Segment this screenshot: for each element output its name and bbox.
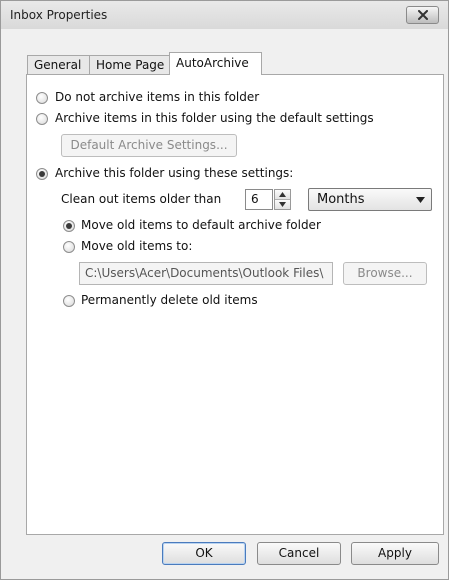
chevron-down-icon [279,202,286,207]
age-unit-value: Months [317,192,365,207]
close-icon [418,10,428,20]
tab-autoarchive-label: AutoArchive [176,56,249,70]
archive-default-label: Archive items in this folder using the d… [55,111,374,125]
permanently-delete-radio[interactable] [63,295,75,307]
chevron-up-icon [279,192,286,197]
dropdown-arrow-icon [416,197,425,203]
age-value-input[interactable]: 6 [245,189,273,210]
archive-custom-radio[interactable] [36,168,48,180]
tab-general-label: General [34,58,82,72]
tab-home-page[interactable]: Home Page [89,55,170,74]
move-to-label: Move old items to: [81,239,193,253]
spin-up-button[interactable] [275,190,290,200]
move-default-radio[interactable] [63,220,75,232]
cancel-button[interactable]: Cancel [257,542,341,565]
properties-dialog: Inbox Properties General Home Page AutoA… [0,0,449,580]
tab-autoarchive[interactable]: AutoArchive [169,52,262,75]
permanently-delete-label: Permanently delete old items [81,293,258,307]
close-button[interactable] [406,6,439,24]
ok-button[interactable]: OK [162,542,246,565]
dialog-title: Inbox Properties [10,8,108,22]
default-archive-settings-button[interactable]: Default Archive Settings... [61,134,237,157]
age-spinner[interactable] [274,189,291,210]
title-bar: Inbox Properties [1,1,448,29]
do-not-archive-radio[interactable] [36,92,48,104]
archive-path-input[interactable]: C:\Users\Acer\Documents\Outlook Files\ [79,262,333,285]
archive-custom-label: Archive this folder using these settings… [55,166,294,180]
spin-down-button[interactable] [275,200,290,209]
apply-button[interactable]: Apply [351,542,439,565]
do-not-archive-label: Do not archive items in this folder [55,90,260,104]
browse-button[interactable]: Browse... [343,262,427,285]
move-to-radio[interactable] [63,241,75,253]
clean-out-label: Clean out items older than [61,192,222,206]
age-unit-select[interactable]: Months [308,188,432,211]
tab-general[interactable]: General [27,55,90,74]
tab-home-page-label: Home Page [96,58,165,72]
move-default-label: Move old items to default archive folder [81,218,321,232]
archive-default-radio[interactable] [36,113,48,125]
